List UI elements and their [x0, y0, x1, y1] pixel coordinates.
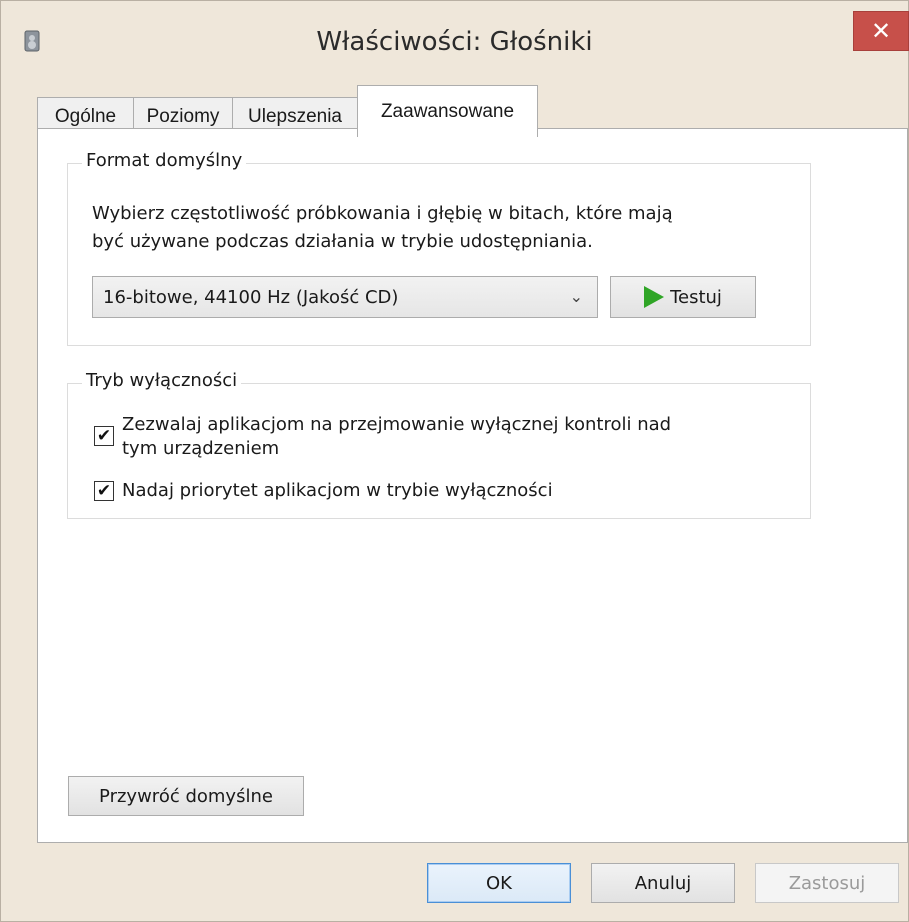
ok-label: OK — [486, 872, 512, 894]
tab-label: Ogólne — [54, 105, 117, 127]
format-select[interactable]: 16-bitowe, 44100 Hz (Jakość CD) ⌄ — [92, 276, 598, 318]
test-button-label: Testuj — [670, 286, 722, 308]
apply-button[interactable]: Zastosuj — [755, 863, 899, 903]
format-description-line1: Wybierz częstotliwość próbkowania i głęb… — [92, 203, 673, 224]
checkmark-icon: ✔ — [96, 480, 112, 501]
cancel-label: Anuluj — [634, 872, 692, 894]
properties-dialog: Właściwości: Głośniki ✕ Ogólne Poziomy U… — [0, 0, 909, 922]
tab-label: Poziomy — [146, 105, 220, 127]
exclusive-priority-checkbox[interactable]: ✔ — [94, 481, 114, 501]
exclusive-mode-group: Tryb wyłączności ✔ Zezwalaj aplikacjom n… — [67, 370, 811, 519]
title-bar[interactable]: Właściwości: Głośniki ✕ — [1, 1, 909, 85]
ok-button[interactable]: OK — [427, 863, 571, 903]
exclusive-control-label-line1: Zezwalaj aplikacjom na przejmowanie wyłą… — [122, 414, 672, 435]
tab-label: Zaawansowane — [380, 100, 515, 122]
checkmark-icon: ✔ — [96, 425, 112, 446]
apply-label: Zastosuj — [788, 872, 866, 894]
exclusive-control-label-line2: tym urządzeniem — [122, 438, 280, 459]
play-icon — [644, 286, 665, 308]
test-button[interactable]: Testuj — [610, 276, 756, 318]
chevron-down-icon: ⌄ — [569, 287, 583, 306]
restore-defaults-button[interactable]: Przywróć domyślne — [68, 776, 304, 816]
format-description-line2: być używane podczas działania w trybie u… — [92, 231, 593, 252]
close-icon: ✕ — [870, 17, 892, 45]
cancel-button[interactable]: Anuluj — [591, 863, 735, 903]
window-title: Właściwości: Głośniki — [316, 27, 593, 57]
format-selected-value: 16-bitowe, 44100 Hz (Jakość CD) — [103, 286, 399, 308]
exclusive-control-checkbox[interactable]: ✔ — [94, 426, 114, 446]
close-button[interactable]: ✕ — [853, 11, 909, 51]
restore-defaults-label: Przywróć domyślne — [99, 785, 273, 807]
group-title: Format domyślny — [82, 150, 247, 171]
default-format-group: Format domyślny Wybierz częstotliwość pr… — [67, 150, 811, 346]
group-title: Tryb wyłączności — [82, 370, 242, 391]
tab-advanced[interactable]: Zaawansowane — [357, 85, 538, 137]
tab-label: Ulepszenia — [248, 105, 342, 127]
exclusive-priority-label: Nadaj priorytet aplikacjom w trybie wyłą… — [122, 480, 553, 501]
tab-panel-advanced: Format domyślny Wybierz częstotliwość pr… — [37, 128, 908, 843]
